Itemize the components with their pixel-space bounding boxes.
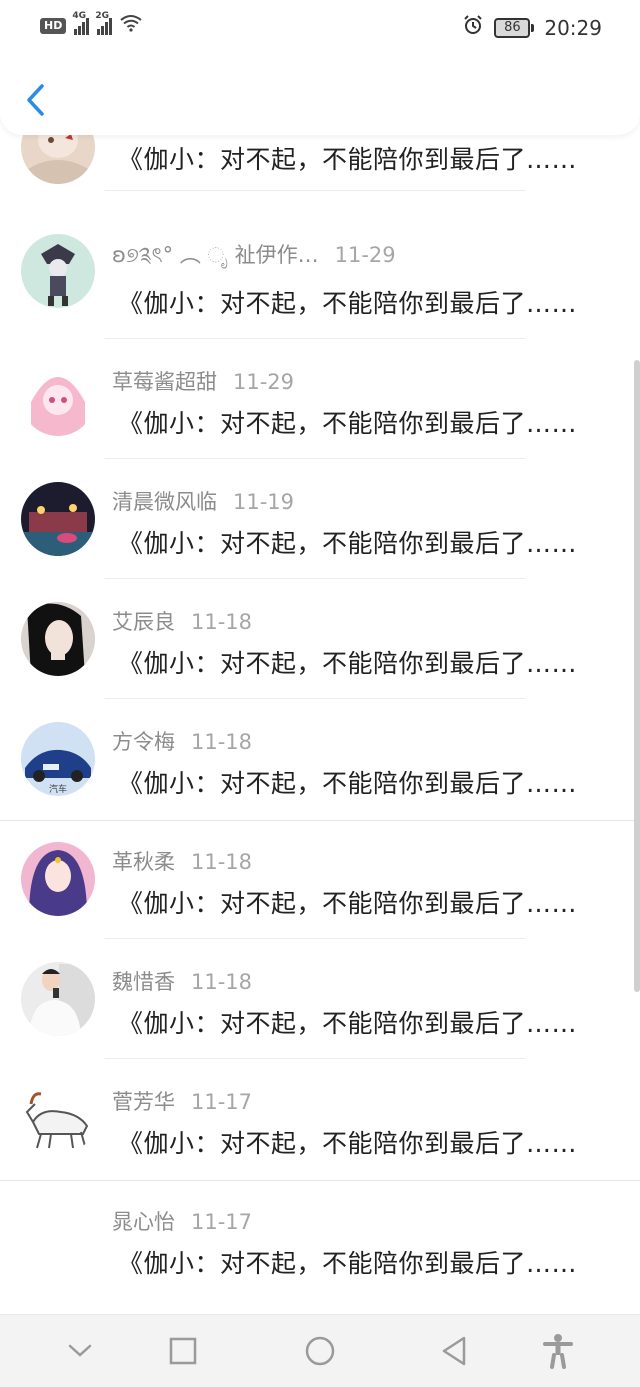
divider <box>105 578 525 579</box>
hd-badge: HD <box>40 17 67 34</box>
chevron-down-icon <box>68 1344 92 1357</box>
avatar[interactable] <box>21 362 95 436</box>
network-type-label: 2G <box>95 10 109 21</box>
chevron-left-icon <box>27 84 44 116</box>
back-nav-button[interactable] <box>432 1329 476 1373</box>
comment-date: 11-29 <box>334 243 396 267</box>
commenter-name[interactable]: 菅芳华 <box>112 1090 175 1114</box>
comment-date: 11-29 <box>233 370 295 394</box>
avatar[interactable] <box>21 234 95 308</box>
divider <box>105 1058 525 1059</box>
comment-date: 11-17 <box>191 1210 253 1234</box>
accessibility-button[interactable] <box>536 1329 580 1373</box>
comment-date: 11-18 <box>191 970 253 994</box>
divider <box>105 458 525 459</box>
divider <box>105 938 525 939</box>
home-button[interactable] <box>298 1329 342 1373</box>
avatar[interactable] <box>21 482 95 556</box>
comment-meta: 方令梅 11-18 <box>112 726 252 756</box>
comment-text: 《伽小：对不起，不能陪你到最后了…… <box>118 649 578 678</box>
list-item[interactable]: 革秋柔 11-18 《伽小：对不起，不能陪你到最后了…… <box>0 840 640 960</box>
comment-text: 《伽小：对不起，不能陪你到最后了…… <box>118 529 578 558</box>
comment-text: 《伽小：对不起，不能陪你到最后了…… <box>118 1129 578 1158</box>
commenter-name[interactable]: 艾辰良 <box>112 610 175 634</box>
comment-text: 《伽小：对不起，不能陪你到最后了…… <box>118 1249 578 1278</box>
battery-icon: 86 <box>494 17 535 38</box>
status-right: 86 20:29 <box>462 14 602 41</box>
divider <box>0 820 640 821</box>
comment-meta: ʚ୭༉ৎ° ︵ ೃ 祉伊作… 11-29 <box>112 232 396 291</box>
network-type-label: 4G <box>72 10 86 21</box>
comment-text: 《伽小：对不起，不能陪你到最后了…… <box>118 289 578 318</box>
header: HD 4G 2G 86 20:29 <box>0 0 640 135</box>
commenter-name[interactable]: 魏惜香 <box>112 970 175 994</box>
commenter-name[interactable]: 方令梅 <box>112 730 175 754</box>
comment-text: 《伽小：对不起，不能陪你到最后了…… <box>118 1009 578 1038</box>
commenter-name[interactable]: 草莓酱超甜 <box>112 370 217 394</box>
square-icon <box>169 1337 197 1365</box>
divider <box>105 698 525 699</box>
list-item[interactable]: 艾辰良 11-18 《伽小：对不起，不能陪你到最后了…… <box>0 600 640 720</box>
comment-meta: 魏惜香 11-18 <box>112 966 252 996</box>
recents-button[interactable] <box>161 1329 205 1373</box>
triangle-back-icon <box>442 1336 466 1366</box>
divider <box>105 190 525 191</box>
list-item[interactable]: 菅芳华 11-17 《伽小：对不起，不能陪你到最后了…… <box>0 1080 640 1200</box>
scrollbar[interactable] <box>634 360 640 992</box>
status-bar: HD 4G 2G 86 20:29 <box>0 0 640 54</box>
divider <box>105 338 525 339</box>
system-nav-bar <box>0 1314 640 1387</box>
comment-meta: 草莓酱超甜 11-29 <box>112 366 294 396</box>
list-item[interactable]: 草莓酱超甜 11-29 《伽小：对不起，不能陪你到最后了…… <box>0 360 640 480</box>
list-item[interactable]: 晁心怡 11-17 《伽小：对不起，不能陪你到最后了…… <box>0 1200 640 1320</box>
avatar[interactable] <box>21 962 95 1036</box>
comment-date: 11-18 <box>191 850 253 874</box>
comment-text: 《伽小：对不起，不能陪你到最后了…… <box>118 409 578 438</box>
circle-icon <box>305 1336 335 1366</box>
avatar[interactable] <box>21 602 95 676</box>
collapse-button[interactable] <box>58 1329 102 1373</box>
comment-meta: 革秋柔 11-18 <box>112 846 252 876</box>
back-button[interactable] <box>18 78 52 122</box>
list-item[interactable]: 魏惜香 11-18 《伽小：对不起，不能陪你到最后了…… <box>0 960 640 1080</box>
avatar[interactable]: 汽车 <box>21 722 95 796</box>
clock: 20:29 <box>544 15 602 40</box>
commenter-name[interactable]: 革秋柔 <box>112 850 175 874</box>
battery-level: 86 <box>494 17 531 38</box>
commenter-name[interactable]: 清晨微风临 <box>112 490 217 514</box>
signal-icon: 4G <box>72 11 90 35</box>
comment-meta: 晁心怡 11-17 <box>112 1206 252 1236</box>
comment-meta: 艾辰良 11-18 <box>112 606 252 636</box>
comment-meta: 清晨微风临 11-19 <box>112 486 294 516</box>
comment-text: 《伽小：对不起，不能陪你到最后了…… <box>118 889 578 918</box>
list-item[interactable]: 汽车 方令梅 11-18 《伽小：对不起，不能陪你到最后了…… <box>0 720 640 840</box>
comment-text: 《伽小：对不起，不能陪你到最后了…… <box>118 145 578 174</box>
alarm-icon <box>462 14 484 41</box>
commenter-name[interactable]: 晁心怡 <box>112 1210 175 1234</box>
list-item[interactable]: 清晨微风临 11-19 《伽小：对不起，不能陪你到最后了…… <box>0 480 640 600</box>
divider <box>0 1180 640 1181</box>
avatar[interactable] <box>21 1082 95 1156</box>
comment-date: 11-17 <box>191 1090 253 1114</box>
screen: 《伽小：对不起，不能陪你到最后了…… ʚ୭༉ৎ° ︵ ೃ 祉伊作… 11-29 《… <box>0 0 640 1387</box>
signal-icon: 2G <box>95 11 113 35</box>
wifi-icon <box>120 14 142 37</box>
avatar-caption: 汽车 <box>49 783 67 795</box>
avatar[interactable] <box>21 842 95 916</box>
accessibility-icon <box>543 1334 573 1369</box>
status-left: HD 4G 2G <box>40 11 142 37</box>
list-item[interactable]: ʚ୭༉ৎ° ︵ ೃ 祉伊作… 11-29 《伽小：对不起，不能陪你到最后了…… <box>0 220 640 340</box>
commenter-name[interactable]: ʚ୭༉ৎ° ︵ ೃ 祉伊作… <box>112 243 319 267</box>
comment-meta: 菅芳华 11-17 <box>112 1086 252 1116</box>
comment-date: 11-19 <box>233 490 295 514</box>
comment-text: 《伽小：对不起，不能陪你到最后了…… <box>118 769 578 798</box>
comment-date: 11-18 <box>191 610 253 634</box>
comment-date: 11-18 <box>191 730 253 754</box>
